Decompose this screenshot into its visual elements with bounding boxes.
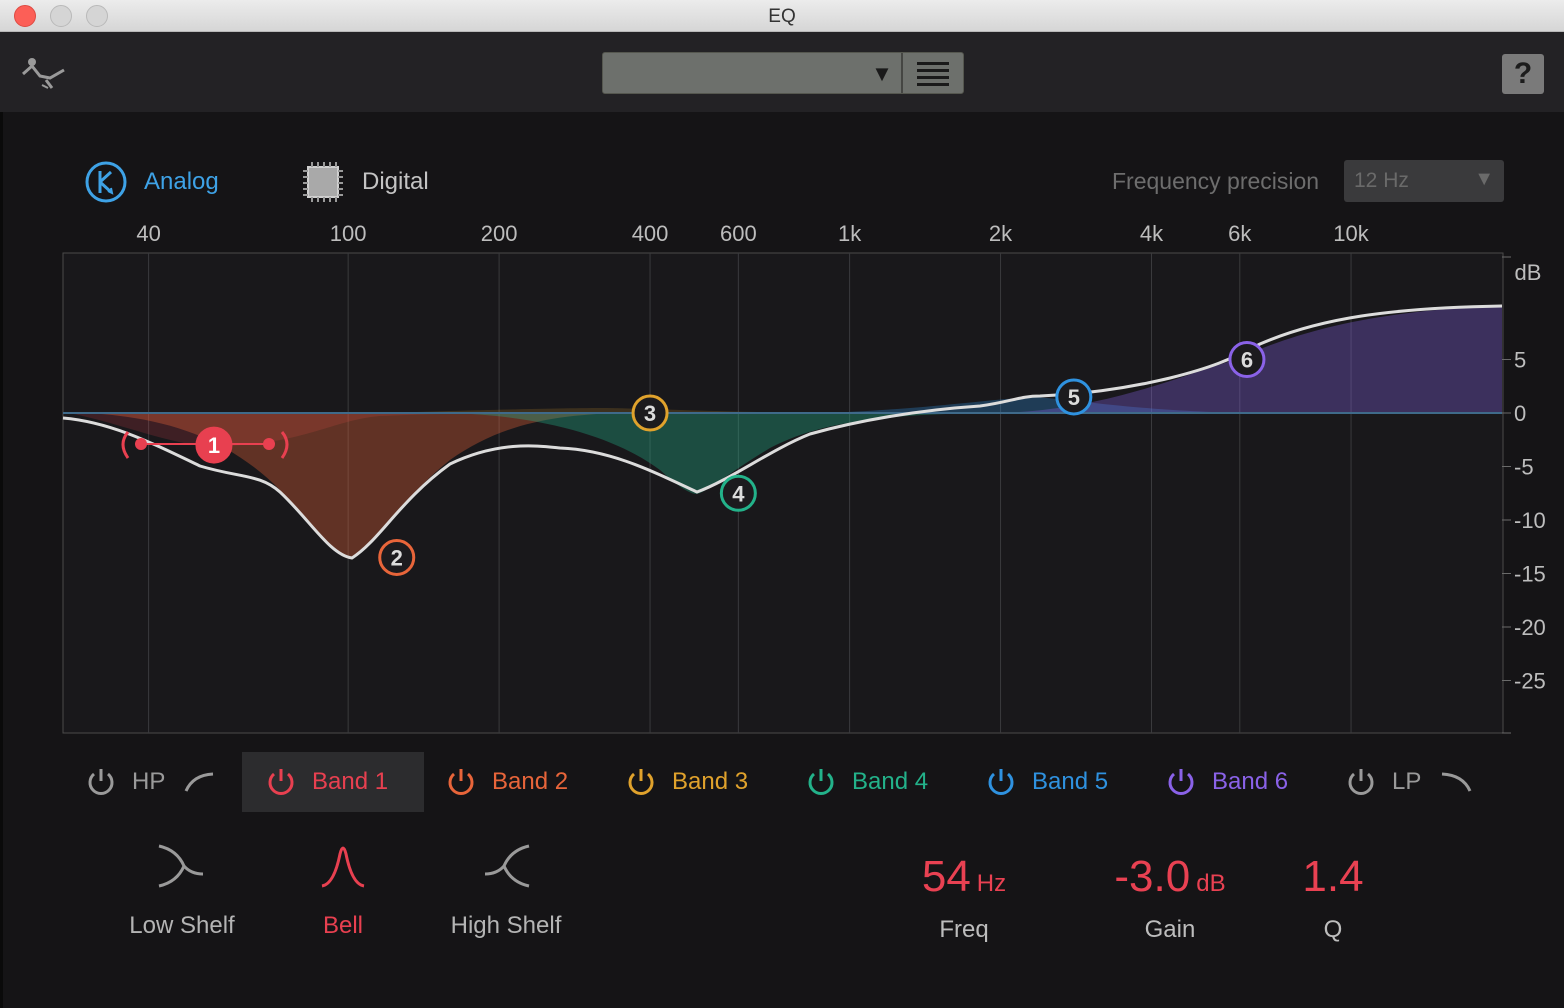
high-shelf-icon xyxy=(484,844,530,888)
band-tab-5[interactable]: Band 5 xyxy=(984,752,1108,812)
high-shelf-button[interactable]: High Shelf xyxy=(431,840,581,940)
q-param[interactable]: 1.4 Q xyxy=(1290,852,1376,944)
preset-list-icon[interactable] xyxy=(915,61,951,87)
x-tick-label: 600 xyxy=(720,221,757,246)
power-icon[interactable] xyxy=(984,765,1018,799)
band-5-node[interactable]: 5 xyxy=(1055,378,1093,416)
band-tab-lp[interactable]: LP xyxy=(1344,752,1487,812)
band-tab-3[interactable]: Band 3 xyxy=(624,752,748,812)
y-unit-label: dB xyxy=(1515,260,1542,285)
power-icon[interactable] xyxy=(84,765,118,799)
preset-dropdown-icon[interactable]: ▼ xyxy=(867,59,897,89)
y-tick-label: -5 xyxy=(1514,455,1534,480)
y-tick-label: -25 xyxy=(1514,669,1546,694)
low-shelf-icon xyxy=(158,844,204,888)
band-tab-label: Band 1 xyxy=(312,768,389,795)
digital-mode-button[interactable]: Digital xyxy=(300,162,429,202)
frequency-precision-select[interactable]: 12 Hz ▼ xyxy=(1344,160,1504,202)
analog-mode-button[interactable]: Analog xyxy=(84,161,219,203)
lowpass-icon xyxy=(1442,772,1472,792)
x-tick-label: 1k xyxy=(838,221,862,246)
band-node-label: 5 xyxy=(1068,385,1080,410)
band-4-node[interactable]: 4 xyxy=(719,474,757,512)
freq-value[interactable]: 54 xyxy=(922,852,971,901)
band-1-q-left-handle[interactable] xyxy=(135,438,147,450)
gain-unit: dB xyxy=(1196,870,1226,897)
y-tick-label: -20 xyxy=(1514,615,1546,640)
band-tab-label: Band 3 xyxy=(672,768,749,795)
low-shelf-label: Low Shelf xyxy=(129,912,235,939)
x-tick-label: 4k xyxy=(1140,221,1164,246)
band-node-label: 4 xyxy=(732,481,745,506)
y-tick-label: -10 xyxy=(1514,508,1546,533)
band-tab-hp[interactable]: HP xyxy=(84,752,234,812)
band-1-node[interactable]: 1 xyxy=(195,426,233,464)
power-icon[interactable] xyxy=(444,765,478,799)
y-tick-label: -15 xyxy=(1514,562,1546,587)
power-icon[interactable] xyxy=(1164,765,1198,799)
y-tick-label: 0 xyxy=(1514,401,1526,426)
chevron-down-icon: ▼ xyxy=(1474,168,1494,190)
q-value[interactable]: 1.4 xyxy=(1302,852,1363,901)
high-shelf-label: High Shelf xyxy=(450,912,562,939)
power-icon[interactable] xyxy=(624,765,658,799)
eq-logo-icon[interactable] xyxy=(20,52,68,92)
q-label: Q xyxy=(1323,916,1343,943)
eq-graph[interactable]: 40 100 200 400 600 1k 2k 4k 6k 10k 5 0 -5 -10 -15 -20 -… xyxy=(0,210,1564,750)
freq-label: Freq xyxy=(939,916,989,943)
digital-label: Digital xyxy=(362,168,429,195)
x-tick-label: 400 xyxy=(632,221,669,246)
preset-divider xyxy=(901,53,903,93)
power-icon[interactable] xyxy=(804,765,838,799)
window-title: EQ xyxy=(768,6,796,27)
toolbar: ▼ ? xyxy=(0,32,1564,112)
preset-selector[interactable]: ▼ xyxy=(602,52,964,94)
frequency-precision-label: Frequency precision xyxy=(1112,168,1320,194)
x-tick-label: 10k xyxy=(1333,221,1369,246)
band-node-label: 1 xyxy=(208,433,220,458)
band-3-node[interactable]: 3 xyxy=(631,394,669,432)
analog-label: Analog xyxy=(144,168,219,195)
band-2-node[interactable]: 2 xyxy=(378,538,416,576)
band-tab-label: Band 5 xyxy=(1032,768,1109,795)
band-tab-1[interactable]: Band 1 xyxy=(242,752,424,812)
band-node-label: 2 xyxy=(391,545,403,570)
band-tab-label: HP xyxy=(132,768,166,795)
x-tick-label: 6k xyxy=(1228,221,1252,246)
band-node-label: 6 xyxy=(1241,348,1253,373)
band-6-node[interactable]: 6 xyxy=(1228,341,1266,378)
gain-value[interactable]: -3.0 xyxy=(1114,852,1190,901)
frequency-precision-value: 12 Hz xyxy=(1354,169,1409,192)
freq-param[interactable]: 54 Hz Freq xyxy=(900,852,1028,944)
bell-icon xyxy=(321,846,365,888)
x-tick-label: 2k xyxy=(989,221,1013,246)
power-icon[interactable] xyxy=(1344,765,1378,799)
band-tab-6[interactable]: Band 6 xyxy=(1164,752,1288,812)
band-tab-4[interactable]: Band 4 xyxy=(804,752,928,812)
title-bar: EQ xyxy=(0,0,1564,32)
analog-icon xyxy=(85,161,127,203)
bell-label: Bell xyxy=(322,912,364,939)
bell-button[interactable]: Bell xyxy=(268,840,418,940)
band-1-q-right-handle[interactable] xyxy=(263,438,275,450)
power-icon[interactable] xyxy=(264,765,298,799)
help-button[interactable]: ? xyxy=(1502,54,1544,94)
x-tick-label: 200 xyxy=(481,221,518,246)
band-tab-label: LP xyxy=(1392,768,1422,795)
x-tick-label: 100 xyxy=(330,221,367,246)
band-tab-label: Band 6 xyxy=(1212,768,1289,795)
gain-label: Gain xyxy=(1144,916,1196,943)
band-tab-label: Band 2 xyxy=(492,768,569,795)
gain-param[interactable]: -3.0 dB Gain xyxy=(1096,852,1244,944)
band-node-label: 3 xyxy=(644,401,656,426)
freq-unit: Hz xyxy=(976,870,1007,897)
y-tick-label: 5 xyxy=(1514,348,1526,373)
low-shelf-button[interactable]: Low Shelf xyxy=(107,840,257,940)
band-tab-label: Band 4 xyxy=(852,768,929,795)
band-tabs: HP Band 1 Band 2 Band 3 Band 4 Band 5 Ba… xyxy=(62,752,1502,812)
band-tab-2[interactable]: Band 2 xyxy=(444,752,568,812)
x-tick-label: 40 xyxy=(136,221,160,246)
chip-icon xyxy=(303,162,343,202)
highpass-icon xyxy=(184,772,214,792)
